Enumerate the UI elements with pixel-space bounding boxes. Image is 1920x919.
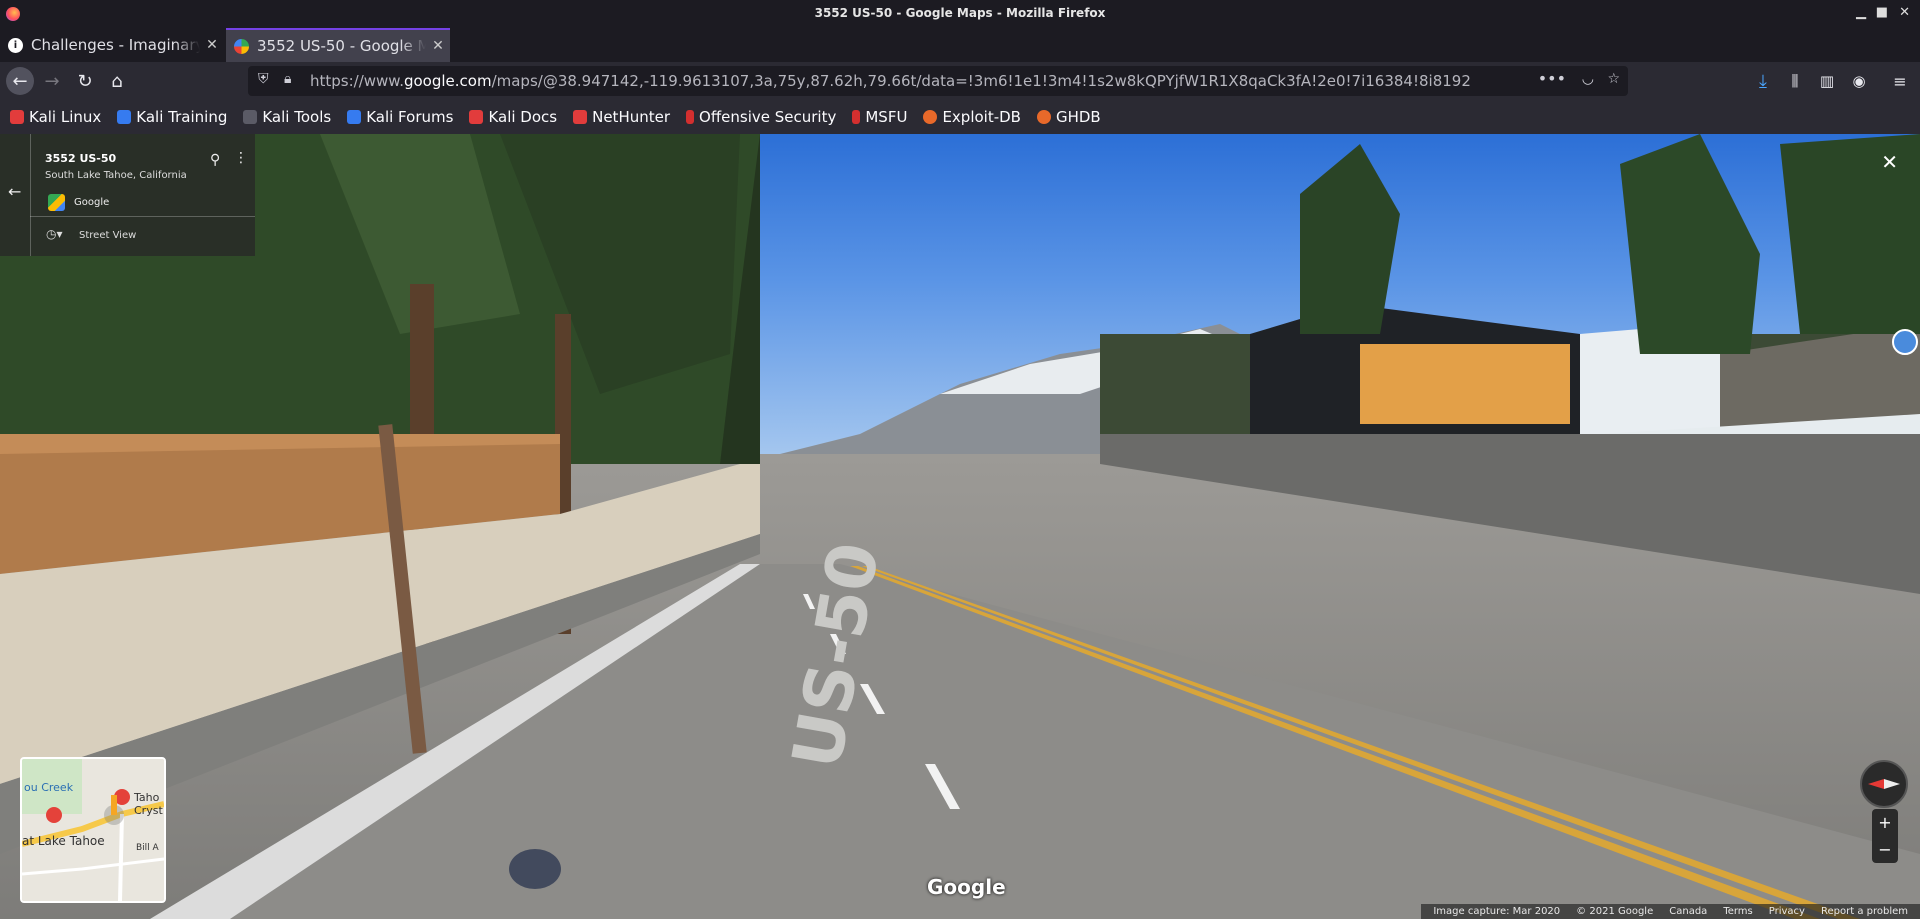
- kali-icon: [10, 110, 24, 124]
- tab-google-maps[interactable]: 3552 US-50 - Google Maps ✕: [226, 28, 450, 62]
- bookmark-kali-linux[interactable]: Kali Linux: [10, 108, 101, 126]
- report-problem-link[interactable]: Report a problem: [1821, 906, 1908, 917]
- close-window-icon[interactable]: ✕: [1899, 5, 1910, 20]
- zoom-control: + −: [1872, 809, 1898, 863]
- country-link[interactable]: Canada: [1669, 906, 1707, 917]
- street-view-viewport[interactable]: US-50 ← 3552 US-50 South Lake Tahoe, Cal…: [0, 134, 1920, 919]
- road-us-50: US-50: [150, 537, 1920, 919]
- map-footer: Image capture: Mar 2020 © 2021 Google Ca…: [1421, 904, 1920, 919]
- shield-icon[interactable]: ⛨: [258, 71, 269, 87]
- bookmark-kali-tools[interactable]: Kali Tools: [243, 108, 331, 126]
- lock-icon[interactable]: 🔒︎: [284, 71, 291, 87]
- tab-challenges[interactable]: i Challenges - ImaginaryCTF ✕: [0, 28, 224, 62]
- tab-label: Challenges - ImaginaryCTF: [31, 36, 200, 54]
- offsec-icon: [686, 110, 695, 124]
- sidebar-icon[interactable]: ▥: [1813, 67, 1841, 95]
- minimap-label: Bill A: [136, 843, 159, 853]
- back-arrow-icon[interactable]: ←: [8, 182, 21, 201]
- kali-training-icon: [117, 110, 132, 124]
- url-text[interactable]: https://www.google.com/maps/@38.947142,-…: [310, 72, 1471, 90]
- time-travel-icon[interactable]: ◷▾: [46, 227, 63, 241]
- bookmark-nethunter[interactable]: NetHunter: [573, 108, 670, 126]
- info-icon: i: [8, 37, 23, 53]
- kali-docs-icon: [469, 110, 484, 124]
- tab-label: 3552 US-50 - Google Maps: [257, 37, 426, 55]
- compass-icon[interactable]: [1860, 760, 1908, 808]
- copyright: © 2021 Google: [1576, 906, 1654, 917]
- compass-needle-icon: [1868, 779, 1900, 789]
- minimap-label: at Lake Tahoe: [22, 834, 105, 848]
- bookmark-offensive-security[interactable]: Offensive Security: [686, 108, 836, 126]
- panel-divider: [30, 134, 31, 256]
- home-icon[interactable]: ⌂: [103, 67, 131, 95]
- maximize-icon[interactable]: ■: [1876, 5, 1888, 20]
- google-maps-icon: [234, 38, 249, 54]
- forward-icon[interactable]: →: [38, 67, 66, 95]
- minimap-label: ou Creek: [24, 781, 74, 794]
- minimap-label: Cryst: [134, 804, 163, 817]
- kali-tools-icon: [243, 110, 258, 124]
- privacy-link[interactable]: Privacy: [1769, 906, 1805, 917]
- downloads-icon[interactable]: ⤓: [1749, 67, 1777, 95]
- window-title: 3552 US-50 - Google Maps - Mozilla Firef…: [814, 6, 1106, 20]
- exploit-db-icon: [923, 110, 938, 124]
- msfu-icon: [852, 110, 861, 124]
- minimap-label: Taho: [134, 791, 160, 804]
- location-city: South Lake Tahoe, California: [45, 170, 187, 181]
- bookmark-msfu[interactable]: MSFU: [852, 108, 907, 126]
- bookmark-star-icon[interactable]: ☆: [1607, 71, 1620, 87]
- zoom-out-icon[interactable]: −: [1872, 836, 1898, 863]
- minimize-icon[interactable]: ▁: [1856, 5, 1866, 20]
- kali-forums-icon: [347, 110, 362, 124]
- reload-icon[interactable]: ↻: [71, 67, 99, 95]
- image-capture-date: Image capture: Mar 2020: [1433, 906, 1561, 917]
- window-titlebar: 3552 US-50 - Google Maps - Mozilla Firef…: [0, 0, 1920, 28]
- pocket-icon[interactable]: ◡: [1582, 71, 1594, 87]
- photo-sphere-icon[interactable]: [1892, 329, 1918, 355]
- street-view-label: Street View: [79, 230, 137, 241]
- panel-separator: [30, 216, 255, 217]
- bookmark-kali-docs[interactable]: Kali Docs: [469, 108, 557, 126]
- location-info-panel: ← 3552 US-50 South Lake Tahoe, Californi…: [0, 134, 255, 256]
- google-watermark: Google: [927, 875, 1006, 899]
- back-icon[interactable]: ←: [6, 67, 34, 95]
- minimap[interactable]: ou Creek Taho Cryst at Lake Tahoe Bill A: [20, 757, 166, 903]
- account-icon[interactable]: ◉: [1845, 67, 1873, 95]
- bookmarks-toolbar: Kali Linux Kali Training Kali Tools Kali…: [0, 100, 1920, 134]
- navigation-toolbar: ← → ↻ ⌂ ⛨ 🔒︎ https://www.google.com/maps…: [0, 62, 1920, 100]
- location-address: 3552 US-50: [45, 152, 117, 165]
- page-actions-icon[interactable]: •••: [1538, 69, 1566, 88]
- bookmark-exploit-db[interactable]: Exploit-DB: [923, 108, 1021, 126]
- menu-icon[interactable]: ≡: [1886, 67, 1914, 95]
- bookmark-kali-training[interactable]: Kali Training: [117, 108, 227, 126]
- library-icon[interactable]: ⫼: [1781, 67, 1809, 95]
- url-bar[interactable]: ⛨ 🔒︎ https://www.google.com/maps/@38.947…: [248, 66, 1628, 96]
- bookmark-kali-forums[interactable]: Kali Forums: [347, 108, 453, 126]
- terms-link[interactable]: Terms: [1723, 906, 1752, 917]
- nethunter-icon: [573, 110, 588, 124]
- tab-bar: i Challenges - ImaginaryCTF ✕ 3552 US-50…: [0, 28, 1920, 83]
- close-tab-icon[interactable]: ✕: [426, 38, 450, 54]
- google-maps-logo-icon: [48, 194, 65, 211]
- pin-icon[interactable]: ⚲: [210, 152, 220, 168]
- more-options-icon[interactable]: ⋮: [234, 150, 248, 166]
- close-tab-icon[interactable]: ✕: [200, 37, 224, 53]
- bookmark-ghdb[interactable]: GHDB: [1036, 108, 1101, 126]
- zoom-in-icon[interactable]: +: [1872, 809, 1898, 836]
- close-street-view-icon[interactable]: ✕: [1881, 150, 1898, 174]
- ghdb-icon: [1036, 110, 1051, 124]
- provider-label: Google: [74, 197, 110, 208]
